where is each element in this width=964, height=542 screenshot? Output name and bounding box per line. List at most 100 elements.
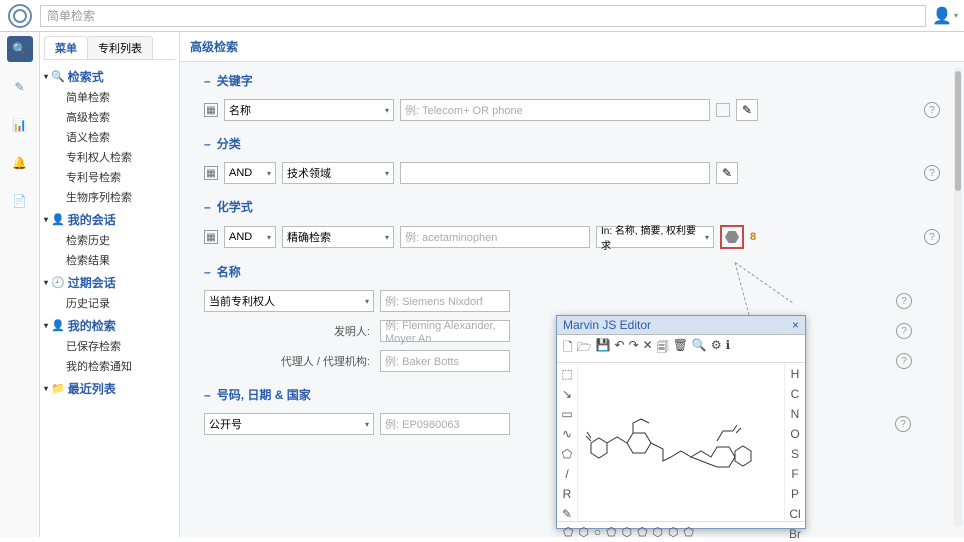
- sidebar: 菜单专利列表 ▾🔍检索式简单检索高级检索语义检索专利权人检索专利号检索生物序列检…: [40, 32, 180, 537]
- editor-tool[interactable]: ✕: [643, 338, 653, 359]
- help-icon[interactable]: ?: [896, 323, 912, 339]
- editor-left-tool[interactable]: ∿: [562, 427, 572, 441]
- element-button[interactable]: S: [791, 447, 799, 461]
- wand-button[interactable]: ✎: [716, 162, 738, 184]
- element-button[interactable]: N: [791, 407, 800, 421]
- num-input[interactable]: 例: EP0980063: [380, 413, 510, 435]
- add-row-button[interactable]: ▦: [204, 166, 218, 180]
- add-row-button[interactable]: ▦: [204, 230, 218, 244]
- editor-tool[interactable]: ↷: [629, 338, 639, 359]
- rail-bell[interactable]: 🔔: [7, 150, 33, 176]
- agent-input[interactable]: 例: Baker Botts: [380, 350, 510, 372]
- editor-tool[interactable]: 💾: [596, 338, 611, 359]
- tab-专利列表[interactable]: 专利列表: [87, 36, 153, 59]
- rail-search[interactable]: 🔍: [7, 36, 33, 62]
- element-button[interactable]: C: [791, 387, 800, 401]
- chem-in-select[interactable]: In: 名称, 摘要, 权利要求: [596, 226, 714, 248]
- checkbox[interactable]: [716, 103, 730, 117]
- element-button[interactable]: H: [791, 367, 800, 381]
- editor-tool[interactable]: 🗋: [563, 338, 573, 359]
- editor-tool[interactable]: 🗁: [577, 338, 592, 359]
- editor-tool[interactable]: 🔍: [692, 338, 707, 359]
- help-icon[interactable]: ?: [924, 165, 940, 181]
- keyword-input[interactable]: 例: Telecom+ OR phone: [400, 99, 710, 121]
- tree-group-我的会话[interactable]: ▾👤我的会话: [44, 209, 175, 230]
- help-icon[interactable]: ?: [896, 353, 912, 369]
- tree-item[interactable]: 语义检索: [44, 127, 175, 147]
- app-logo[interactable]: [8, 4, 32, 28]
- section-class: 分类 ▦ AND 技术领域 ✎ ?: [204, 135, 940, 184]
- element-button[interactable]: O: [790, 427, 799, 441]
- tree-item[interactable]: 专利号检索: [44, 167, 175, 187]
- editor-left-tool[interactable]: R: [563, 487, 572, 501]
- class-op-select[interactable]: AND: [224, 162, 276, 184]
- account-menu[interactable]: 👤: [934, 5, 956, 27]
- wand-button[interactable]: ✎: [736, 99, 758, 121]
- help-icon[interactable]: ?: [924, 102, 940, 118]
- rail-stats[interactable]: 📊: [7, 112, 33, 138]
- tree-group-检索式[interactable]: ▾🔍检索式: [44, 66, 175, 87]
- tree-item[interactable]: 已保存检索: [44, 336, 175, 356]
- hexagon-icon: [725, 231, 739, 243]
- tree-item[interactable]: 简单检索: [44, 87, 175, 107]
- scrollbar[interactable]: [954, 67, 962, 527]
- molecule-drawing: [586, 393, 776, 483]
- tree-group-过期会话[interactable]: ▾🕘过期会话: [44, 272, 175, 293]
- tab-菜单[interactable]: 菜单: [44, 36, 88, 59]
- chem-mode-select[interactable]: 精确检索: [282, 226, 394, 248]
- editor-tool[interactable]: ℹ: [726, 338, 731, 359]
- element-button[interactable]: Cl: [789, 507, 800, 521]
- editor-tool[interactable]: ↶: [615, 338, 625, 359]
- element-button[interactable]: Br: [789, 527, 801, 541]
- num-field-select[interactable]: 公开号: [204, 413, 374, 435]
- editor-left-tool[interactable]: ⬠: [562, 447, 572, 461]
- editor-bottom-tools: ⬠⬡○⬠⬡⬠⬡⬡⬠: [557, 521, 805, 542]
- rail-doc[interactable]: 📄: [7, 188, 33, 214]
- tree-item[interactable]: 生物序列检索: [44, 187, 175, 207]
- editor-left-tool[interactable]: ▭: [561, 407, 572, 421]
- chem-op-select[interactable]: AND: [224, 226, 276, 248]
- tree-group-我的检索[interactable]: ▾👤我的检索: [44, 315, 175, 336]
- element-button[interactable]: P: [791, 487, 799, 501]
- tree-group-最近列表[interactable]: ▾📁最近列表: [44, 378, 175, 399]
- left-rail: 🔍 ✎ 📊 🔔 📄: [0, 32, 40, 537]
- close-icon[interactable]: ×: [792, 318, 799, 332]
- tree-item[interactable]: 我的检索通知: [44, 356, 175, 376]
- help-icon[interactable]: ?: [896, 293, 912, 309]
- editor-right-elements: HCNOSFPClBr: [785, 363, 805, 521]
- editor-canvas[interactable]: [577, 363, 785, 521]
- rail-edit[interactable]: ✎: [7, 74, 33, 100]
- class-field-select[interactable]: 技术领域: [282, 162, 394, 184]
- inventor-input[interactable]: 例: Fleming Alexander, Moyer An: [380, 320, 510, 342]
- class-input[interactable]: [400, 162, 710, 184]
- tree-item[interactable]: 检索结果: [44, 250, 175, 270]
- add-row-button[interactable]: ▦: [204, 103, 218, 117]
- chem-input[interactable]: 例: acetaminophen: [400, 226, 590, 248]
- tree-item[interactable]: 专利权人检索: [44, 147, 175, 167]
- help-icon[interactable]: ?: [895, 416, 911, 432]
- structure-editor-button[interactable]: [720, 225, 744, 249]
- help-icon[interactable]: ?: [924, 229, 940, 245]
- topbar: 简单检索 👤: [0, 0, 964, 32]
- editor-tool[interactable]: ⚙: [711, 338, 722, 359]
- editor-toolbar: 🗋🗁💾↶↷✕🗐🗑🔍⚙ℹ: [557, 335, 805, 363]
- tree-item[interactable]: 高级检索: [44, 107, 175, 127]
- editor-left-tool[interactable]: ↘: [562, 387, 572, 401]
- quick-search-input[interactable]: 简单检索: [40, 5, 926, 27]
- editor-left-tool[interactable]: /: [565, 467, 568, 481]
- name-field-select[interactable]: 当前专利权人: [204, 290, 374, 312]
- tree-item[interactable]: 历史记录: [44, 293, 175, 313]
- editor-tool[interactable]: 🗑: [673, 338, 688, 359]
- editor-left-tool[interactable]: ✎: [562, 507, 572, 521]
- editor-titlebar[interactable]: Marvin JS Editor ×: [557, 316, 805, 335]
- keyword-field-select[interactable]: 名称: [224, 99, 394, 121]
- element-button[interactable]: F: [791, 467, 798, 481]
- marvin-editor-popup: Marvin JS Editor × 🗋🗁💾↶↷✕🗐🗑🔍⚙ℹ ⬚↘▭∿⬠/R✎ …: [556, 315, 806, 529]
- editor-tool[interactable]: 🗐: [657, 338, 669, 359]
- name-input[interactable]: 例: Siemens Nixdorf: [380, 290, 510, 312]
- editor-left-tool[interactable]: ⬚: [561, 367, 572, 381]
- editor-left-tools: ⬚ ↘ ▭ ∿ ⬠ / R ✎: [557, 363, 577, 521]
- agent-label: 代理人 / 代理机构:: [204, 353, 374, 369]
- inventor-label: 发明人:: [204, 323, 374, 339]
- tree-item[interactable]: 检索历史: [44, 230, 175, 250]
